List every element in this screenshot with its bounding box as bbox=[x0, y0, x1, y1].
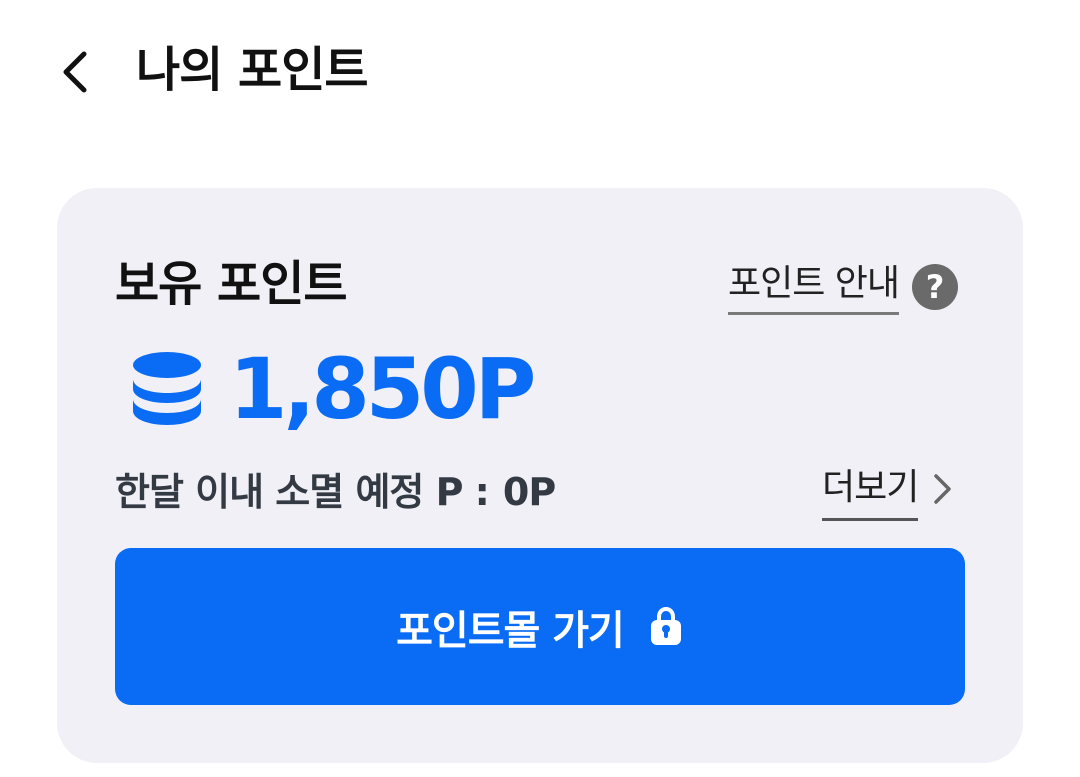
points-value: 1,850P bbox=[229, 340, 536, 438]
expiring-points-row: 한달 이내 소멸 예정 P : 0P bbox=[115, 468, 556, 516]
page-title: 나의 포인트 bbox=[136, 42, 369, 98]
app-header: 나의 포인트 bbox=[0, 0, 1080, 140]
shopping-bag-icon bbox=[650, 606, 681, 645]
back-button[interactable] bbox=[52, 46, 96, 98]
expiring-points-value: 0P bbox=[502, 470, 556, 514]
section-title: 보유 포인트 bbox=[115, 256, 348, 312]
chevron-right-icon bbox=[934, 474, 952, 504]
chevron-left-icon bbox=[63, 51, 87, 93]
points-card: 보유 포인트 포인트 안내 ? 1,850P 한달 이내 소멸 예정 P : 0… bbox=[57, 188, 1023, 763]
more-label: 더보기 bbox=[822, 466, 919, 521]
points-guide-link[interactable]: 포인트 안내 bbox=[728, 262, 900, 318]
point-mall-button[interactable]: 포인트몰 가기 bbox=[115, 548, 965, 705]
coin-stack-icon bbox=[133, 352, 201, 425]
expiring-points-label: 한달 이내 소멸 예정 P : bbox=[115, 470, 490, 514]
points-balance: 1,850P bbox=[129, 340, 536, 438]
points-guide-label: 포인트 안내 bbox=[728, 262, 900, 315]
help-icon[interactable]: ? bbox=[912, 264, 958, 310]
point-mall-label: 포인트몰 가기 bbox=[396, 607, 625, 654]
more-link[interactable]: 더보기 bbox=[822, 466, 954, 521]
